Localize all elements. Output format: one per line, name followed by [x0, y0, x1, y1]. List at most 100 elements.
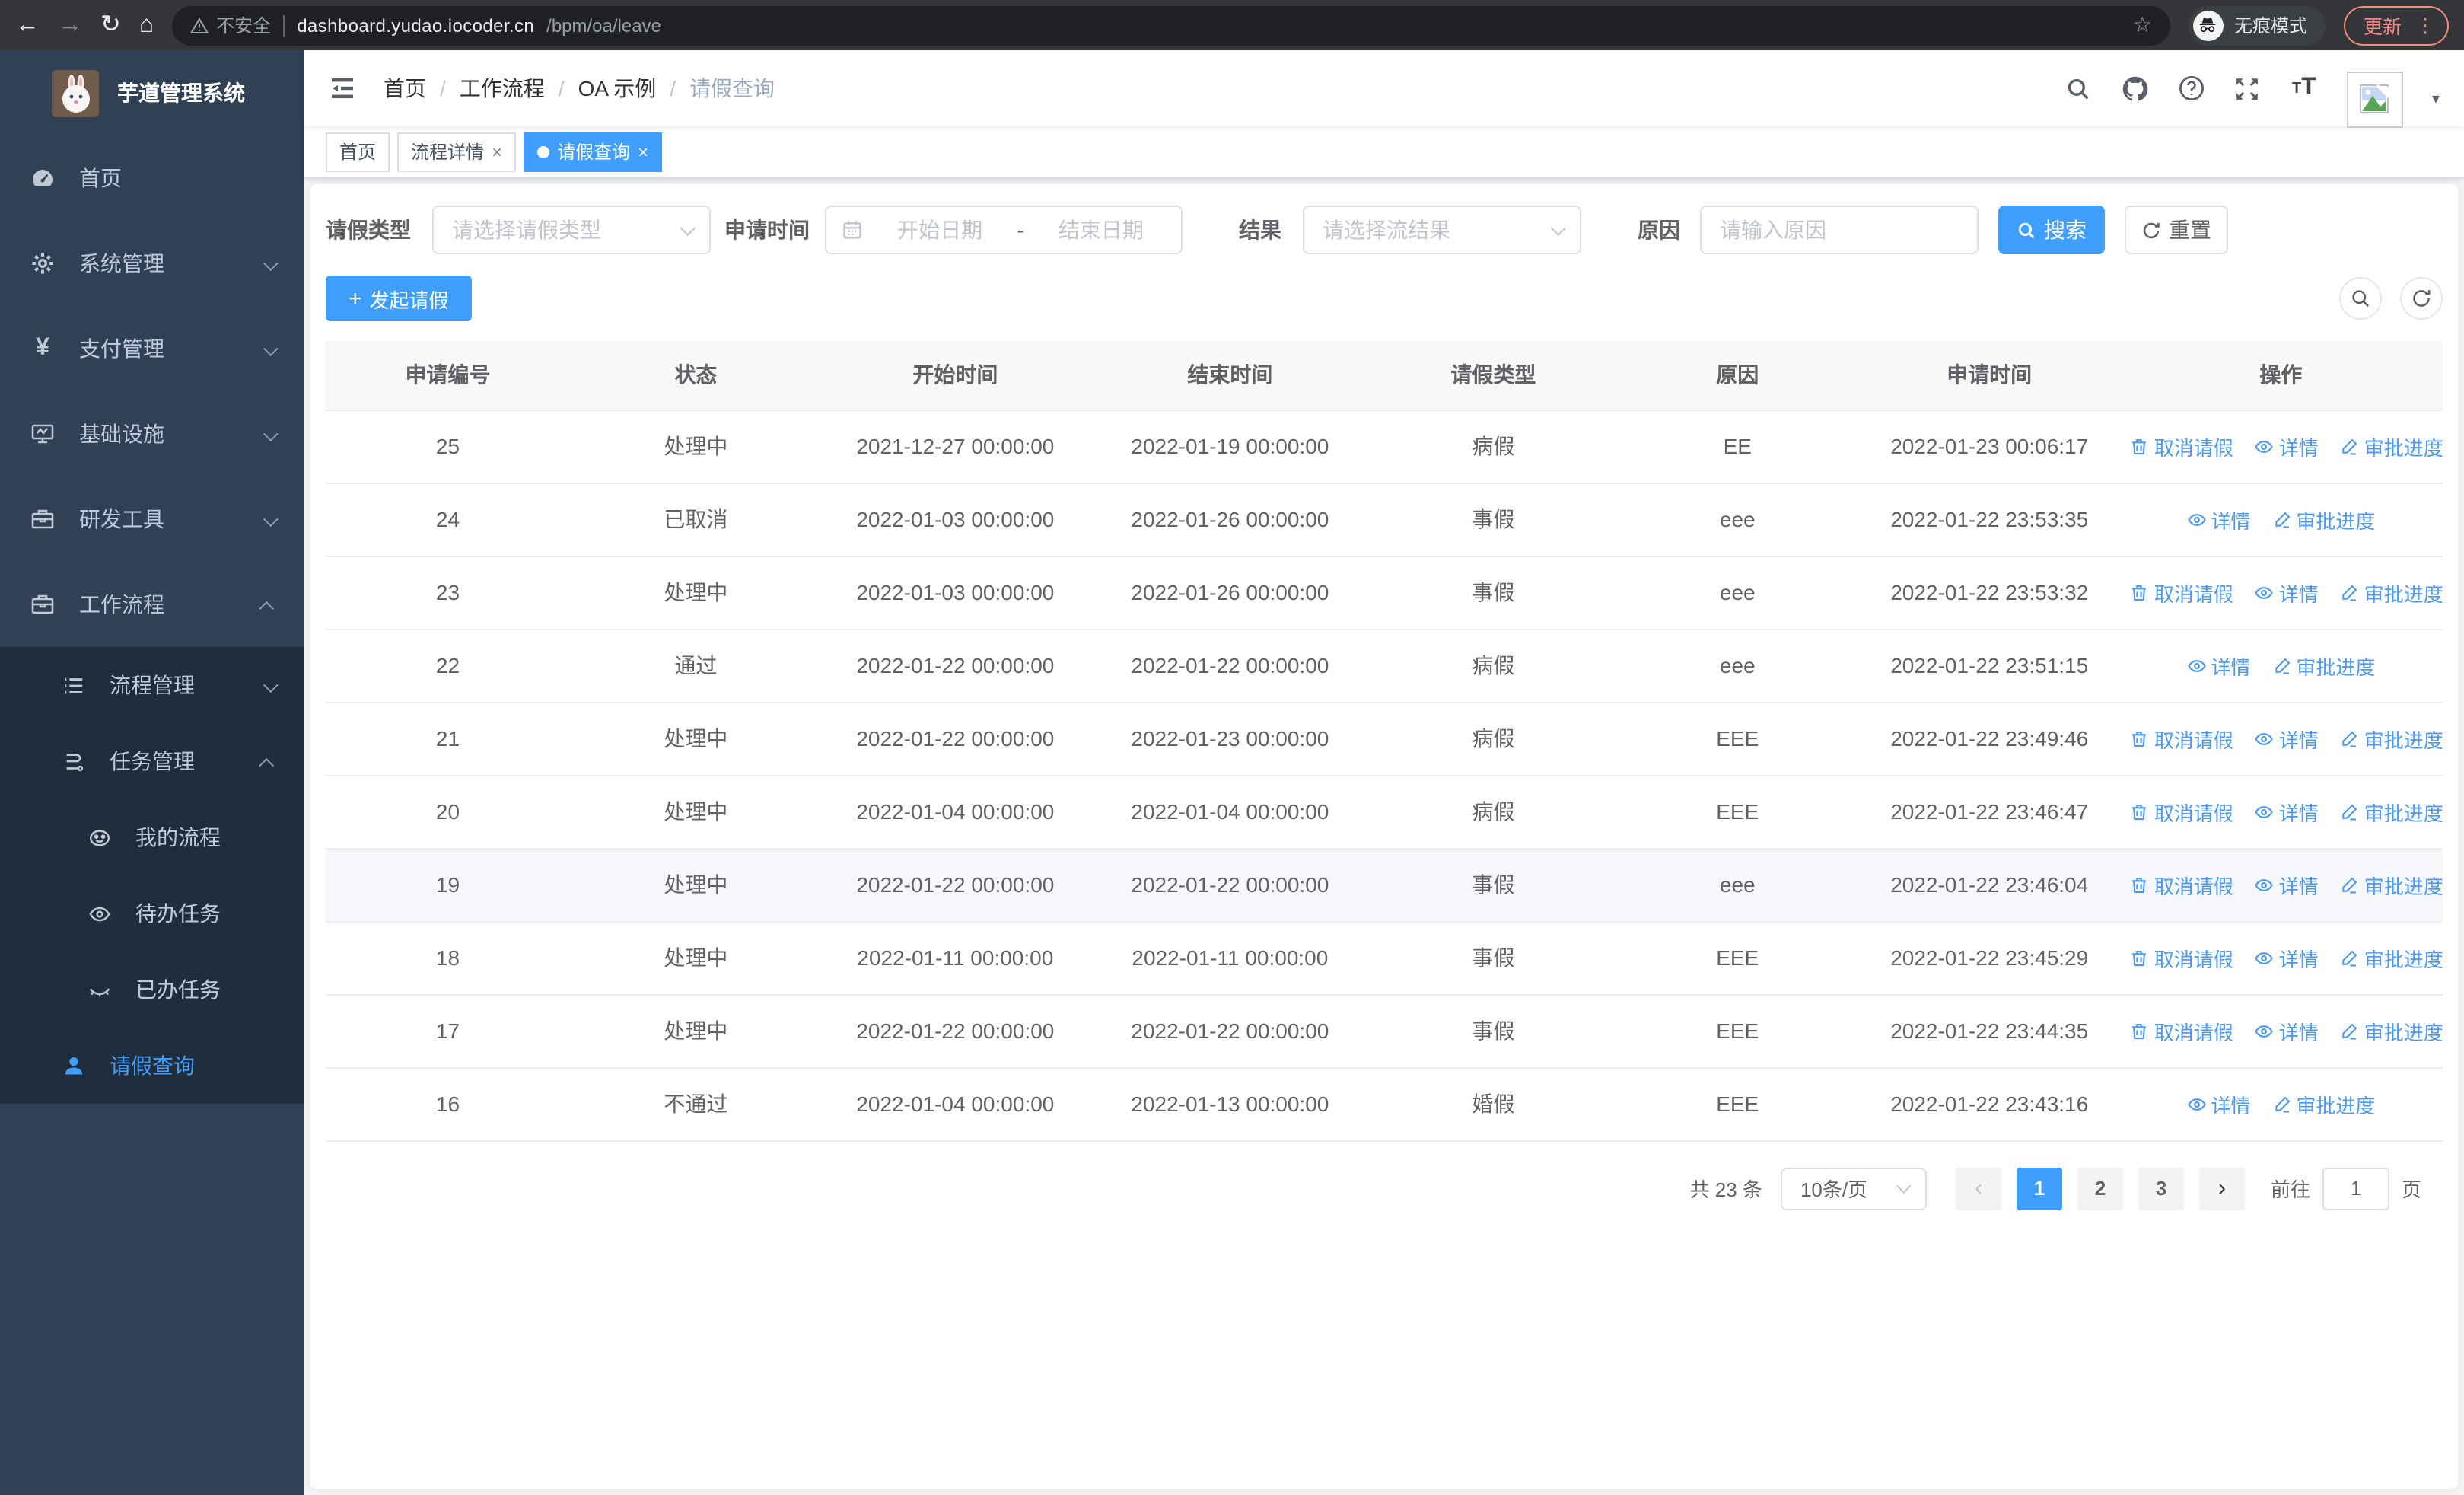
cancel-action-link[interactable]: 取消请假	[2130, 432, 2233, 461]
detail-action-link[interactable]: 详情	[2255, 724, 2319, 753]
create-leave-button[interactable]: + 发起请假	[326, 276, 472, 321]
detail-action-link[interactable]: 详情	[2255, 797, 2319, 826]
progress-action-link[interactable]: 审批进度	[2340, 724, 2443, 753]
sidebar-item-infra[interactable]: 基础设施	[0, 391, 304, 477]
tab-process-detail[interactable]: 流程详情 ×	[397, 132, 517, 171]
detail-action-link[interactable]: 详情	[2255, 578, 2319, 607]
detail-action-link[interactable]: 详情	[2255, 432, 2319, 461]
page-size-select[interactable]: 10条/页	[1780, 1167, 1927, 1210]
cancel-action-link[interactable]: 取消请假	[2130, 1016, 2233, 1045]
list-icon	[61, 673, 85, 697]
address-bar[interactable]: 不安全 dashboard.yudao.iocoder.cn/bpm/oa/le…	[172, 5, 2170, 45]
cancel-action-link[interactable]: 取消请假	[2130, 943, 2233, 972]
close-icon[interactable]: ×	[492, 141, 502, 162]
bookmark-star-icon[interactable]: ☆	[2133, 12, 2152, 38]
cell-actions: 详情 审批进度	[2119, 1067, 2443, 1141]
browser-menu-icon[interactable]: ⋮	[2415, 13, 2435, 37]
cell-start: 2022-01-03 00:00:00	[821, 556, 1089, 630]
close-icon[interactable]: ×	[638, 141, 648, 162]
detail-action-link[interactable]: 详情	[2255, 1016, 2319, 1045]
sidebar-item-leave-query[interactable]: 请假查询	[0, 1028, 304, 1104]
detail-action-link[interactable]: 详情	[2186, 651, 2250, 680]
breadcrumb-workflow[interactable]: 工作流程	[460, 73, 545, 104]
cancel-action-link[interactable]: 取消请假	[2130, 578, 2233, 607]
page-button-3[interactable]: 3	[2138, 1167, 2184, 1210]
progress-action-link[interactable]: 审批进度	[2271, 1089, 2375, 1118]
sidebar-item-system[interactable]: 系统管理	[0, 221, 304, 306]
help-icon[interactable]	[2178, 75, 2205, 102]
cell-actions: 取消请假 详情 审批进度	[2119, 994, 2443, 1068]
search-icon[interactable]	[2065, 75, 2093, 102]
page-button-1[interactable]: 1	[2016, 1167, 2062, 1210]
progress-action-link[interactable]: 审批进度	[2340, 797, 2443, 826]
refresh-table-button[interactable]	[2400, 277, 2443, 320]
cell-apply_time: 2022-01-22 23:46:47	[1859, 775, 2119, 849]
progress-action-link[interactable]: 审批进度	[2340, 578, 2443, 607]
leave-type-select[interactable]: 请选择请假类型	[432, 206, 711, 254]
fullscreen-icon[interactable]	[2234, 75, 2262, 102]
sidebar-item-label: 已办任务	[135, 977, 221, 1002]
gear-icon	[30, 251, 55, 276]
progress-action-link[interactable]: 审批进度	[2340, 870, 2443, 899]
detail-action-link[interactable]: 详情	[2186, 1089, 2250, 1118]
detail-action-link[interactable]: 详情	[2255, 870, 2319, 899]
apply-time-range[interactable]: 开始日期 - 结束日期	[825, 206, 1183, 254]
result-label: 结果	[1239, 218, 1281, 242]
progress-action-link[interactable]: 审批进度	[2340, 943, 2443, 972]
sidebar-item-my-process[interactable]: 我的流程	[0, 799, 304, 875]
page-suffix: 页	[2401, 1178, 2421, 1201]
collapse-sidebar-icon[interactable]	[329, 75, 356, 102]
sidebar-item-payment[interactable]: ¥ 支付管理	[0, 306, 304, 391]
security-indicator[interactable]: 不安全	[190, 12, 271, 38]
sidebar-item-devtools[interactable]: 研发工具	[0, 477, 304, 562]
tab-home[interactable]: 首页	[326, 132, 390, 171]
cancel-action-link[interactable]: 取消请假	[2130, 870, 2233, 899]
detail-action-link[interactable]: 详情	[2255, 943, 2319, 972]
breadcrumb-oa[interactable]: OA 示例	[578, 73, 657, 104]
sidebar-item-workflow[interactable]: 工作流程	[0, 562, 304, 647]
sidebar-item-done-tasks[interactable]: 已办任务	[0, 952, 304, 1028]
result-select[interactable]: 请选择流结果	[1303, 206, 1581, 254]
next-page-button[interactable]: ›	[2198, 1167, 2245, 1210]
sidebar-item-home[interactable]: 首页	[0, 135, 304, 221]
page-button-2[interactable]: 2	[2077, 1167, 2123, 1210]
breadcrumb-home[interactable]: 首页	[384, 73, 426, 104]
progress-action-link[interactable]: 审批进度	[2271, 505, 2375, 534]
trash-icon	[2132, 804, 2147, 819]
sidebar-item-task-mgmt[interactable]: 任务管理	[0, 723, 304, 799]
table-row: 21 处理中 2022-01-22 00:00:00 2022-01-23 00:00…	[326, 702, 2443, 776]
cell-status: 已取消	[569, 483, 822, 556]
home-icon[interactable]: ⌂	[139, 12, 154, 37]
cell-actions: 取消请假 详情 审批进度	[2119, 921, 2443, 995]
col-end: 结束时间	[1088, 341, 1371, 410]
monitor-icon	[30, 422, 55, 446]
update-button[interactable]: 更新 ⋮	[2343, 5, 2449, 45]
sidebar-item-todo-tasks[interactable]: 待办任务	[0, 875, 304, 952]
goto-page-input[interactable]	[2322, 1167, 2389, 1210]
github-icon[interactable]	[2122, 75, 2149, 102]
sidebar-item-label: 待办任务	[135, 901, 221, 926]
avatar[interactable]	[2346, 71, 2403, 127]
progress-action-link[interactable]: 审批进度	[2340, 432, 2443, 461]
search-button[interactable]: 搜索	[1998, 206, 2105, 254]
reason-input[interactable]	[1720, 218, 1959, 242]
forward-icon[interactable]: →	[58, 12, 82, 37]
workflow-submenu: 流程管理 任务管理 我的流程 待办任务 已办任务 请假查询	[0, 647, 304, 1104]
progress-action-link[interactable]: 审批进度	[2271, 651, 2375, 680]
progress-action-link[interactable]: 审批进度	[2340, 1016, 2443, 1045]
cancel-action-link[interactable]: 取消请假	[2130, 724, 2233, 753]
sidebar-logo[interactable]: 芋道管理系统	[0, 50, 304, 135]
trash-icon	[2132, 950, 2147, 965]
cell-apply_time: 2022-01-22 23:51:15	[1859, 629, 2119, 703]
back-icon[interactable]: ←	[15, 12, 40, 37]
sidebar-item-process-mgmt[interactable]: 流程管理	[0, 647, 304, 723]
prev-page-button[interactable]: ‹	[1955, 1167, 2001, 1210]
tab-leave-query[interactable]: 请假查询 ×	[524, 132, 663, 171]
font-size-icon[interactable]: TT	[2291, 75, 2318, 102]
caret-down-icon[interactable]: ▾	[2432, 91, 2440, 107]
reload-icon[interactable]: ↻	[100, 12, 121, 37]
cancel-action-link[interactable]: 取消请假	[2130, 797, 2233, 826]
toggle-search-button[interactable]	[2339, 277, 2382, 320]
detail-action-link[interactable]: 详情	[2186, 505, 2250, 534]
reset-button[interactable]: 重置	[2125, 206, 2228, 254]
